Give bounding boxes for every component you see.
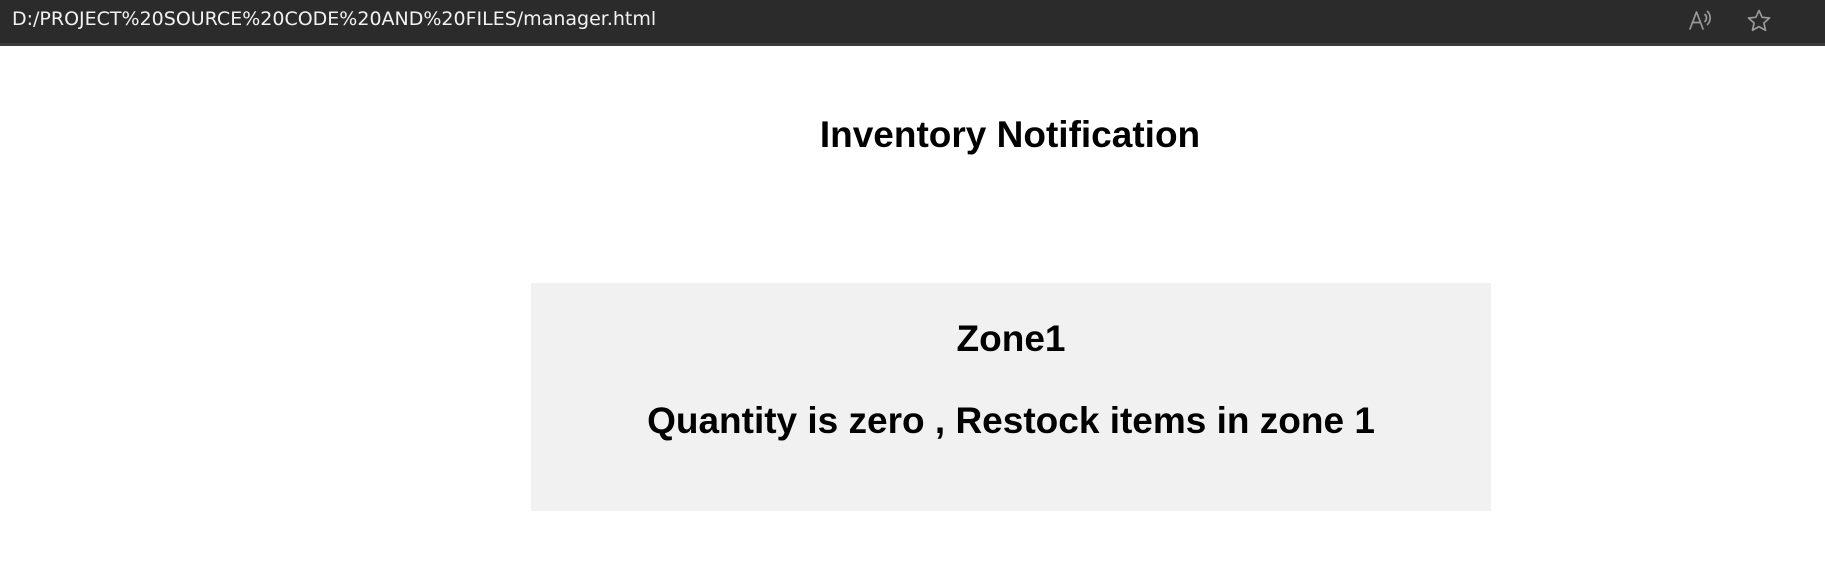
- zone-title: Zone1: [956, 318, 1066, 359]
- address-bar[interactable]: D:/PROJECT%20SOURCE%20CODE%20AND%20FILES…: [0, 0, 1797, 42]
- inventory-notification-card: Zone1 Quantity is zero , Restock items i…: [531, 283, 1491, 511]
- page-content: Inventory Notification Zone1 Quantity is…: [0, 46, 1825, 585]
- read-aloud-icon[interactable]: [1685, 6, 1715, 36]
- browser-toolbar: D:/PROJECT%20SOURCE%20CODE%20AND%20FILES…: [0, 0, 1825, 46]
- favorite-star-icon[interactable]: [1744, 6, 1774, 36]
- page-title: Inventory Notification: [819, 114, 1201, 155]
- restock-message: Quantity is zero , Restock items in zone…: [647, 400, 1375, 441]
- address-url[interactable]: D:/PROJECT%20SOURCE%20CODE%20AND%20FILES…: [12, 7, 656, 31]
